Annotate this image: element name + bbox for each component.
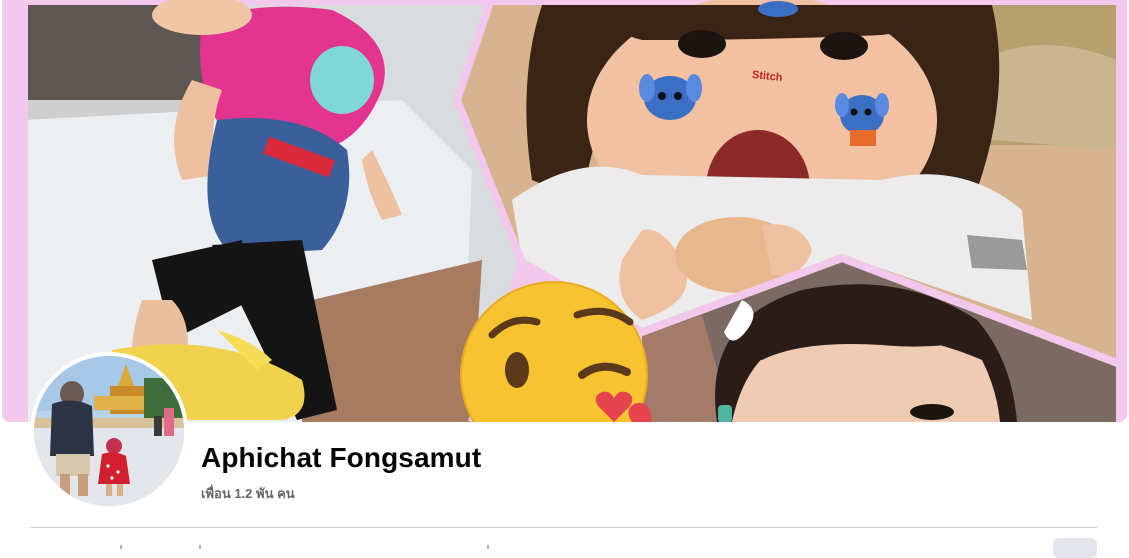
friends-count-link[interactable]: เพื่อน 1.2 พัน คน [201,483,295,504]
profile-divider [30,527,1097,528]
tab-separator [487,545,489,549]
stitch-sticker-top [758,1,798,17]
profile-name: Aphichat Fongsamut [201,442,482,473]
tab-separator [199,545,201,549]
more-options-button[interactable] [1053,538,1097,558]
cover-photo[interactable]: Stitch [2,0,1127,422]
tab-separator [120,545,122,549]
avatar[interactable] [34,356,184,506]
